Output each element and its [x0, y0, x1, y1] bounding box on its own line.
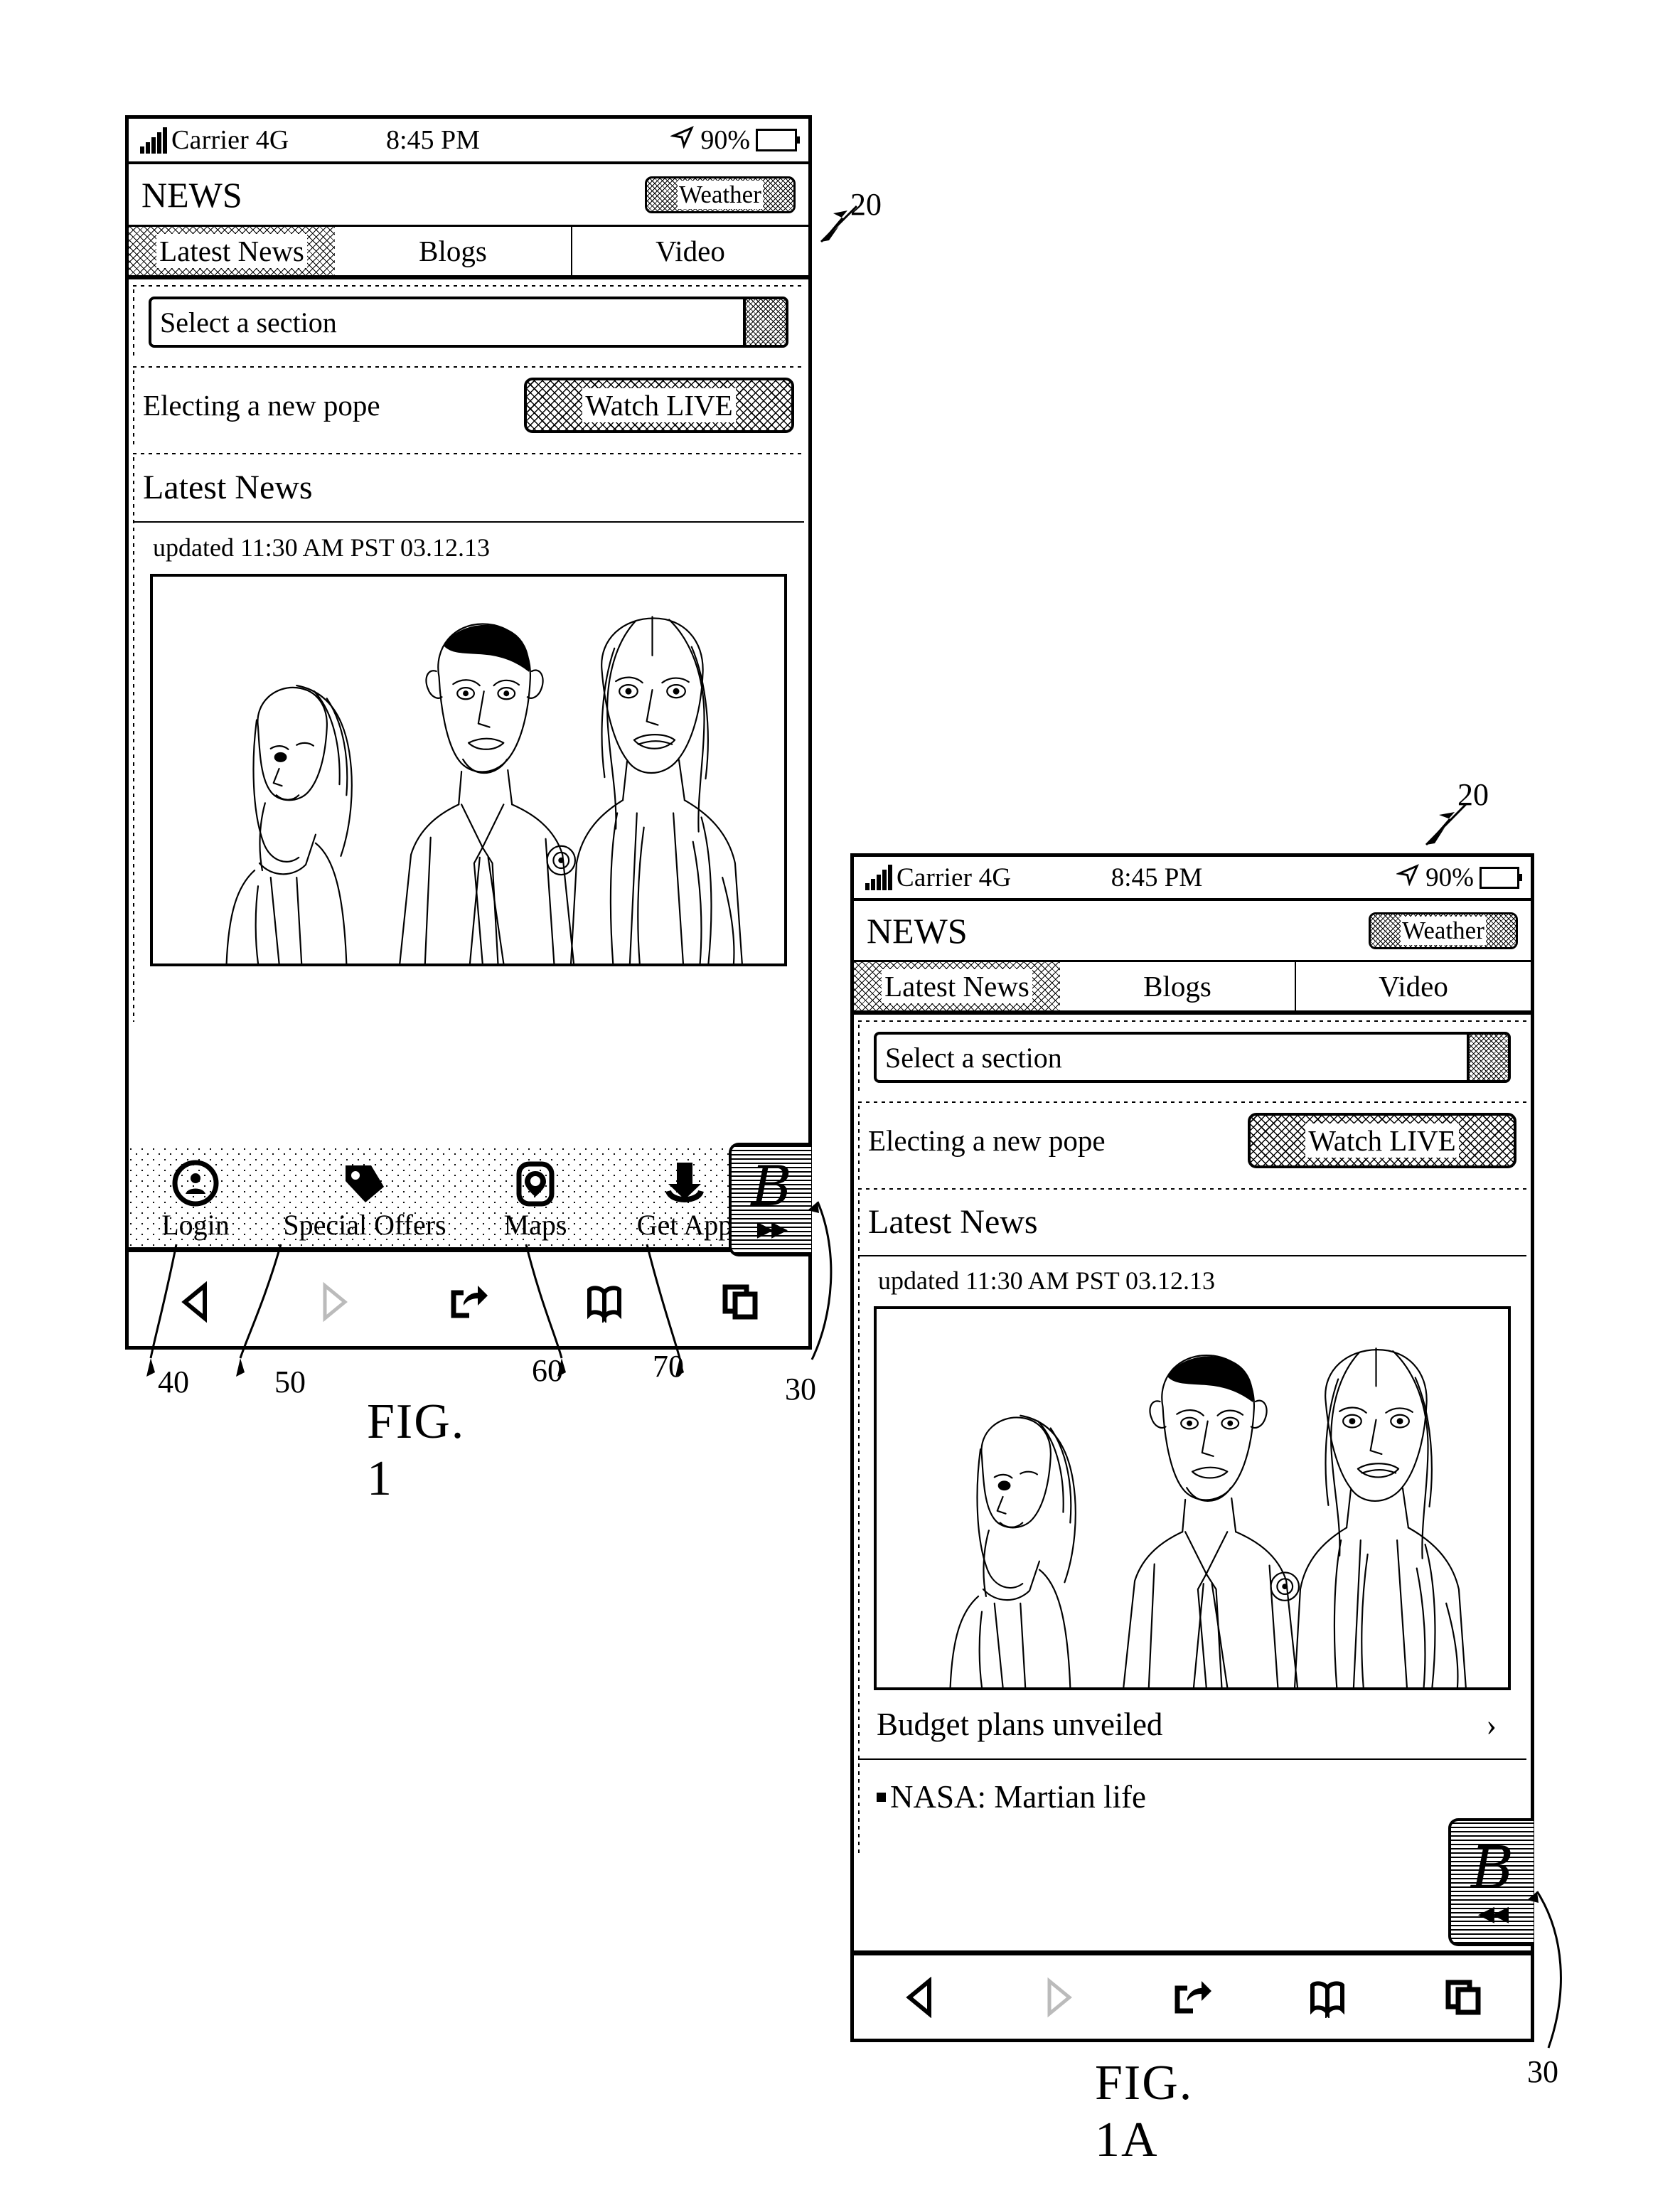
figure-1a-label: FIG. 1A — [1095, 2056, 1194, 2167]
callout-leaders-fig1a — [1425, 802, 1562, 2049]
callout-30-fig1a: 30 — [1527, 2054, 1558, 2089]
callout-20-fig1a: 20 — [1457, 777, 1489, 812]
